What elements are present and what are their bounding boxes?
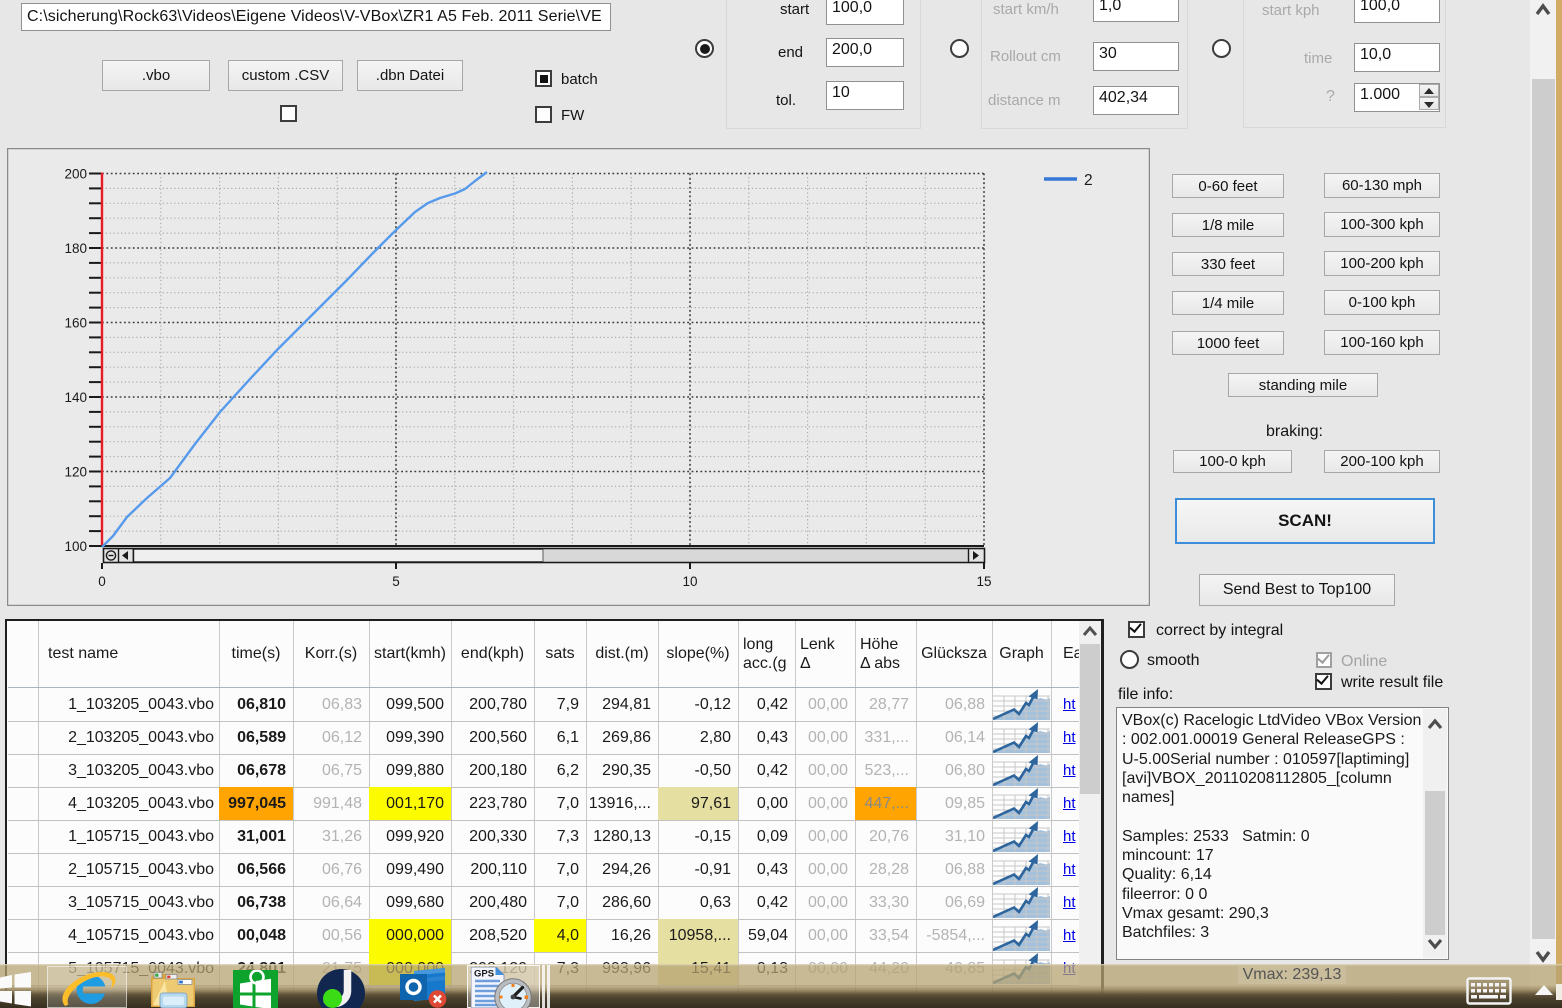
svg-text:10: 10: [682, 574, 697, 589]
svg-text:5: 5: [392, 574, 400, 589]
svg-text:200: 200: [64, 167, 87, 182]
svg-text:100: 100: [64, 539, 87, 554]
svg-text:GPS: GPS: [474, 969, 494, 980]
svg-text:180: 180: [64, 241, 87, 256]
svg-text:120: 120: [64, 465, 87, 480]
svg-text:140: 140: [64, 390, 87, 405]
svg-text:160: 160: [64, 316, 87, 331]
svg-text:0: 0: [98, 574, 106, 589]
svg-text:15: 15: [976, 574, 991, 589]
svg-text:2: 2: [1084, 172, 1093, 189]
